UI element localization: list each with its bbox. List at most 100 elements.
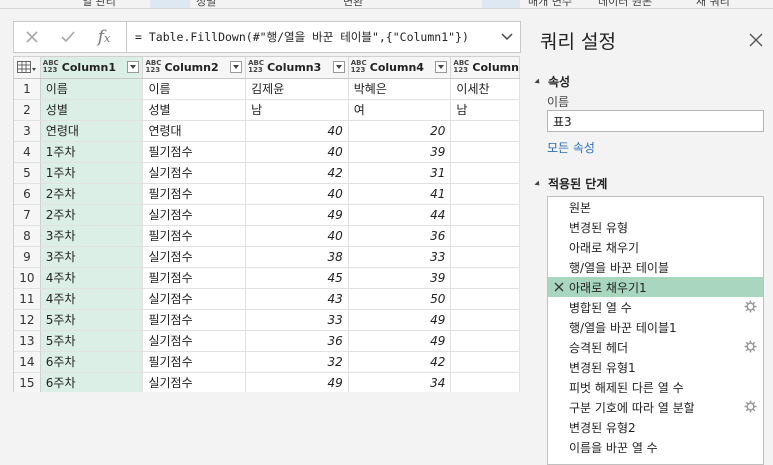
table-cell[interactable]: 필기점수 [142,267,247,289]
table-cell[interactable]: 실기점수 [142,204,247,226]
table-cell[interactable]: 36 [348,225,452,247]
row-number[interactable]: 7 [14,204,41,226]
table-cell[interactable] [450,204,520,226]
table-cell[interactable]: 38 [245,246,349,268]
table-cell[interactable]: 연령대 [40,120,144,142]
table-cell[interactable]: 49 [245,372,349,392]
properties-section-header[interactable]: 속성 [534,73,570,90]
expand-formula-button[interactable] [494,22,520,52]
applied-steps-section-header[interactable]: 적용된 단계 [534,175,607,192]
row-number[interactable]: 3 [14,120,41,142]
table-cell[interactable]: 필기점수 [142,309,247,331]
row-number[interactable]: 1 [14,78,41,100]
applied-step[interactable]: 행/열을 바꾼 테이블1 [548,317,763,337]
table-cell[interactable]: 33 [245,309,349,331]
column-type-icon[interactable]: ABC 123 [248,60,267,74]
applied-step[interactable]: 이름을 바꾼 열 수 [548,437,763,457]
formula-input[interactable]: = Table.FillDown(#"행/열을 바꾼 테이블",{"Column… [135,29,494,45]
row-number[interactable]: 4 [14,141,41,163]
row-number[interactable]: 9 [14,246,41,268]
confirm-formula-button[interactable] [50,22,86,52]
table-cell[interactable]: 32 [245,351,349,373]
applied-step[interactable]: 변경된 유형1 [548,357,763,377]
table-cell[interactable]: 40 [245,141,349,163]
table-cell[interactable]: 40 [245,120,349,142]
table-cell[interactable]: 김제윤 [245,78,349,100]
table-cell[interactable]: 6주차 [40,351,144,373]
table-cell[interactable]: 50 [348,288,452,310]
table-cell[interactable]: 31 [348,162,452,184]
row-number[interactable]: 14 [14,351,41,373]
all-properties-link[interactable]: 모든 속성 [547,139,595,156]
table-cell[interactable]: 박혜은 [348,78,452,100]
table-cell[interactable]: 43 [245,288,349,310]
column-header[interactable]: ABC 123 Column [450,57,520,79]
table-cell[interactable]: 41 [348,183,452,205]
table-cell[interactable] [450,309,520,331]
table-cell[interactable]: 5주차 [40,330,144,352]
ribbon-group-data-sources[interactable]: 데이터 원본 [598,0,652,8]
applied-step[interactable]: 피벗 해제된 다른 열 수 [548,377,763,397]
table-cell[interactable]: 실기점수 [142,246,247,268]
table-cell[interactable]: 1주차 [40,162,144,184]
table-cell[interactable]: 필기점수 [142,183,247,205]
table-cell[interactable]: 42 [245,162,349,184]
ribbon-group-sort[interactable]: 정렬 [196,0,216,8]
table-cell[interactable]: 45 [245,267,349,289]
applied-step[interactable]: 아래로 채우기1 [548,277,763,297]
gear-icon[interactable] [744,300,757,313]
table-cell[interactable] [450,288,520,310]
filter-dropdown-icon[interactable] [230,61,243,74]
row-number[interactable]: 5 [14,162,41,184]
ribbon-group-transform[interactable]: 변환 [343,0,363,8]
table-cell[interactable]: 44 [348,204,452,226]
table-cell[interactable]: 42 [348,351,452,373]
table-cell[interactable]: 필기점수 [142,351,247,373]
table-cell[interactable]: 40 [245,183,349,205]
applied-step[interactable]: 아래로 채우기 [548,237,763,257]
cancel-formula-button[interactable] [14,22,50,52]
insert-function-button[interactable]: fx [86,22,122,52]
table-cell[interactable]: 34 [348,372,452,392]
table-cell[interactable]: 39 [348,141,452,163]
delete-step-icon[interactable] [553,281,565,293]
table-cell[interactable]: 33 [348,246,452,268]
table-cell[interactable]: 20 [348,120,452,142]
table-cell[interactable]: 이름 [40,78,144,100]
column-type-icon[interactable]: ABC 123 [145,60,164,74]
gear-icon[interactable] [744,340,757,353]
row-number[interactable]: 6 [14,183,41,205]
table-cell[interactable]: 4주차 [40,267,144,289]
table-cell[interactable]: 성별 [142,99,247,121]
table-cell[interactable]: 실기점수 [142,162,247,184]
table-cell[interactable] [450,330,520,352]
table-cell[interactable]: 5주차 [40,309,144,331]
row-number[interactable]: 2 [14,99,41,121]
table-cell[interactable]: 49 [245,204,349,226]
table-cell[interactable] [450,141,520,163]
applied-step[interactable]: 행/열을 바꾼 테이블 [548,257,763,277]
applied-step[interactable]: 원본 [548,197,763,217]
column-header[interactable]: ABC 123 Column3 [245,57,349,79]
row-number[interactable]: 12 [14,309,41,331]
table-cell[interactable]: 49 [348,309,452,331]
table-cell[interactable]: 2주차 [40,183,144,205]
table-cell[interactable]: 남 [245,99,349,121]
table-cell[interactable]: 필기점수 [142,141,247,163]
column-header[interactable]: ABC 123 Column2 [142,57,247,79]
table-cell[interactable]: 실기점수 [142,330,247,352]
table-cell[interactable] [450,120,520,142]
table-cell[interactable]: 40 [245,225,349,247]
ribbon-group-new-query[interactable]: 새 쿼리 [696,0,730,8]
table-cell[interactable]: 이름 [142,78,247,100]
applied-step[interactable]: 병합된 열 수 [548,297,763,317]
column-type-icon[interactable]: ABC 123 [453,60,472,74]
table-cell[interactable] [450,183,520,205]
table-cell[interactable]: 36 [245,330,349,352]
column-header[interactable]: ABC 123 Column4 [348,57,452,79]
table-cell[interactable]: 이세찬 [450,78,520,100]
table-cell[interactable]: 실기점수 [142,288,247,310]
column-type-icon[interactable]: ABC 123 [351,60,370,74]
data-grid[interactable]: ABC 123 Column1 ABC 123 Column2 ABC 123 Column3 A… [13,56,520,392]
row-number[interactable]: 8 [14,225,41,247]
